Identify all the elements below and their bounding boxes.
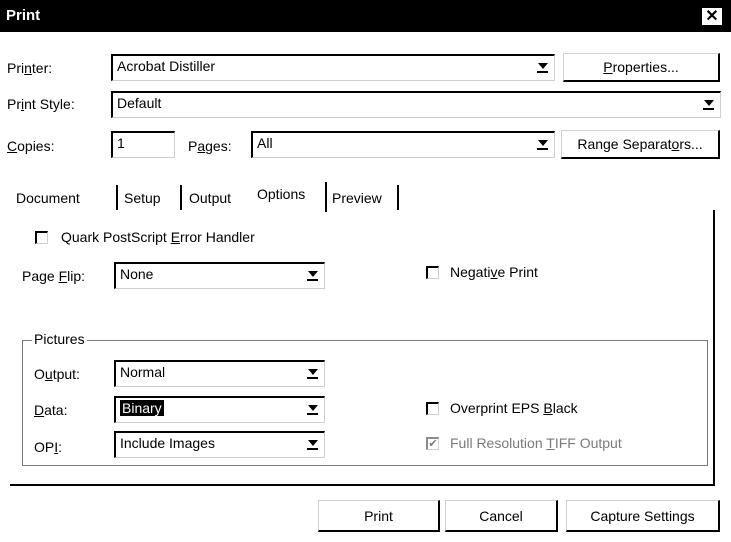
tab-preview[interactable]: Preview [332, 186, 382, 210]
negative-print-label: Negative Print [450, 264, 538, 280]
tab-divider [116, 185, 118, 210]
range-separators-button[interactable]: Range Separators... [561, 130, 720, 159]
chevron-down-icon[interactable] [699, 95, 718, 114]
tab-preview-label: Preview [332, 190, 382, 206]
close-button[interactable]: ✕ [701, 7, 723, 26]
panel-right-edge [713, 210, 715, 485]
tab-divider [325, 182, 327, 212]
cancel-button-label: Cancel [479, 507, 523, 524]
pages-label: Pages: [188, 138, 232, 154]
copies-field[interactable]: 1 [111, 131, 175, 158]
pages-select[interactable]: All [251, 131, 555, 158]
printer-value: Acrobat Distiller [117, 58, 216, 74]
pictures-output-label: Output: [34, 366, 80, 382]
tab-output-label: Output [189, 190, 232, 206]
pictures-data-label: Data: [34, 402, 68, 418]
negative-print-checkbox[interactable] [426, 266, 439, 279]
panel-bottom-edge [10, 484, 715, 486]
close-icon: ✕ [705, 7, 719, 25]
pages-value: All [257, 135, 273, 151]
page-flip-label: Page Flip: [22, 268, 86, 284]
pictures-output-value: Normal [120, 364, 166, 380]
pictures-group-label: Pictures [32, 331, 87, 347]
tab-output[interactable]: Output [189, 186, 231, 210]
title-bar [0, 0, 731, 32]
chevron-down-icon[interactable] [303, 364, 322, 383]
print-button-label: Print [364, 507, 393, 524]
properties-button[interactable]: Properties... [563, 53, 720, 82]
print-button[interactable]: Print [318, 500, 440, 532]
copies-value: 1 [117, 135, 125, 151]
tab-document-label: Document [16, 190, 80, 206]
tab-document[interactable]: Document [16, 186, 80, 210]
properties-button-label: Properties... [603, 59, 679, 75]
pictures-opi-value: Include Images [120, 435, 215, 451]
cancel-button[interactable]: Cancel [445, 500, 558, 532]
pictures-data-select[interactable]: Binary [114, 396, 325, 423]
overprint-eps-black-label: Overprint EPS Black [450, 400, 578, 416]
print-style-select[interactable]: Default [111, 91, 721, 118]
tab-divider [180, 185, 182, 210]
tab-setup-label: Setup [124, 190, 161, 206]
chevron-down-icon[interactable] [303, 400, 322, 419]
quark-error-handler-label: Quark PostScript Error Handler [61, 229, 255, 245]
tab-setup[interactable]: Setup [124, 186, 161, 210]
page-flip-value: None [120, 266, 154, 282]
checkmark-icon: ✔ [428, 437, 438, 450]
capture-settings-button[interactable]: Capture Settings [566, 500, 720, 532]
overprint-eps-black-checkbox[interactable] [426, 402, 439, 415]
pictures-output-select[interactable]: Normal [114, 360, 325, 387]
pictures-opi-label: OPI: [34, 439, 63, 455]
page-flip-select[interactable]: None [114, 262, 325, 289]
printer-label: Printer: [7, 60, 53, 76]
tab-divider [397, 185, 399, 210]
capture-settings-label: Capture Settings [590, 507, 695, 524]
copies-label: Copies: [7, 138, 55, 154]
tab-options[interactable]: Options [257, 182, 305, 206]
chevron-down-icon[interactable] [533, 135, 552, 154]
tab-options-label: Options [257, 186, 306, 202]
pictures-data-value: Binary [120, 400, 164, 416]
range-separators-label: Range Separators... [577, 136, 703, 152]
full-res-tiff-label: Full Resolution TIFF Output [450, 435, 622, 451]
chevron-down-icon[interactable] [303, 435, 322, 454]
printer-select[interactable]: Acrobat Distiller [111, 54, 555, 81]
print-style-value: Default [117, 95, 162, 111]
quark-error-handler-checkbox[interactable] [35, 231, 48, 244]
chevron-down-icon[interactable] [303, 266, 322, 285]
full-res-tiff-checkbox[interactable]: ✔ [426, 437, 439, 450]
pictures-opi-select[interactable]: Include Images [114, 431, 325, 458]
print-style-label: Print Style: [7, 96, 75, 112]
chevron-down-icon[interactable] [533, 58, 552, 77]
window-title: Print [6, 7, 41, 24]
